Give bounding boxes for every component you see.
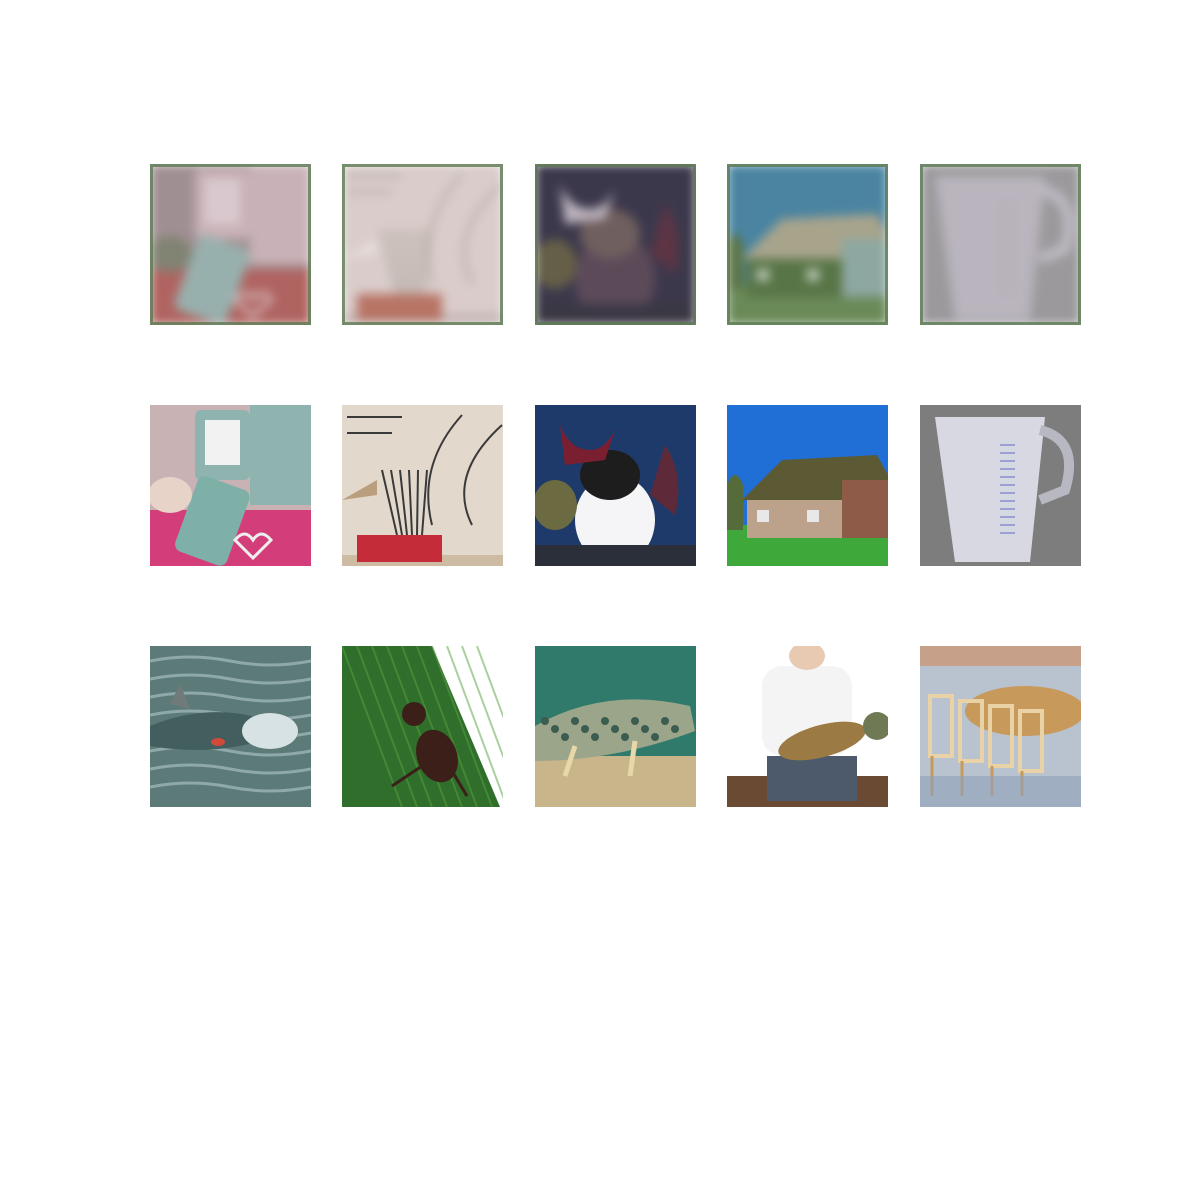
- photo-arrows-and-bow-picture: [342, 405, 503, 566]
- reconstruction-jug-picture: [920, 164, 1081, 325]
- photo-flip-phone-image: [150, 405, 311, 566]
- photo-penguin-toy-picture: [535, 405, 696, 566]
- reconstruction-arrows-image: [342, 164, 503, 325]
- reconstruction-house-image: [727, 164, 888, 325]
- photo-dolphin-picture: [150, 646, 311, 807]
- reconstruction-jug-image: [920, 164, 1081, 325]
- reconstruction-house-picture: [727, 164, 888, 325]
- photo-dining-table-picture: [920, 646, 1081, 807]
- photo-measuring-jug-picture: [920, 405, 1081, 566]
- photo-beetle-on-leaf-picture: [342, 646, 503, 807]
- photo-arrows-and-bow-image: [342, 405, 503, 566]
- photo-measuring-jug-image: [920, 405, 1081, 566]
- image-grid-figure: [0, 0, 1200, 1200]
- reconstruction-penguin-image: [535, 164, 696, 325]
- reconstruction-phone-image: [150, 164, 311, 325]
- photo-dining-table-image: [920, 646, 1081, 807]
- photo-penguin-toy-image: [535, 405, 696, 566]
- photo-man-holding-fish-picture: [727, 646, 888, 807]
- photo-beetle-on-leaf-image: [342, 646, 503, 807]
- photo-flip-phone-picture: [150, 405, 311, 566]
- photo-fish-underwater-image: [535, 646, 696, 807]
- photo-thatched-house-image: [727, 405, 888, 566]
- photo-man-holding-fish-image: [727, 646, 888, 807]
- reconstruction-penguin-picture: [535, 164, 696, 325]
- photo-thatched-house-picture: [727, 405, 888, 566]
- photo-fish-underwater-picture: [535, 646, 696, 807]
- reconstruction-phone-picture: [150, 164, 311, 325]
- reconstruction-arrows-picture: [342, 164, 503, 325]
- photo-dolphin-image: [150, 646, 311, 807]
